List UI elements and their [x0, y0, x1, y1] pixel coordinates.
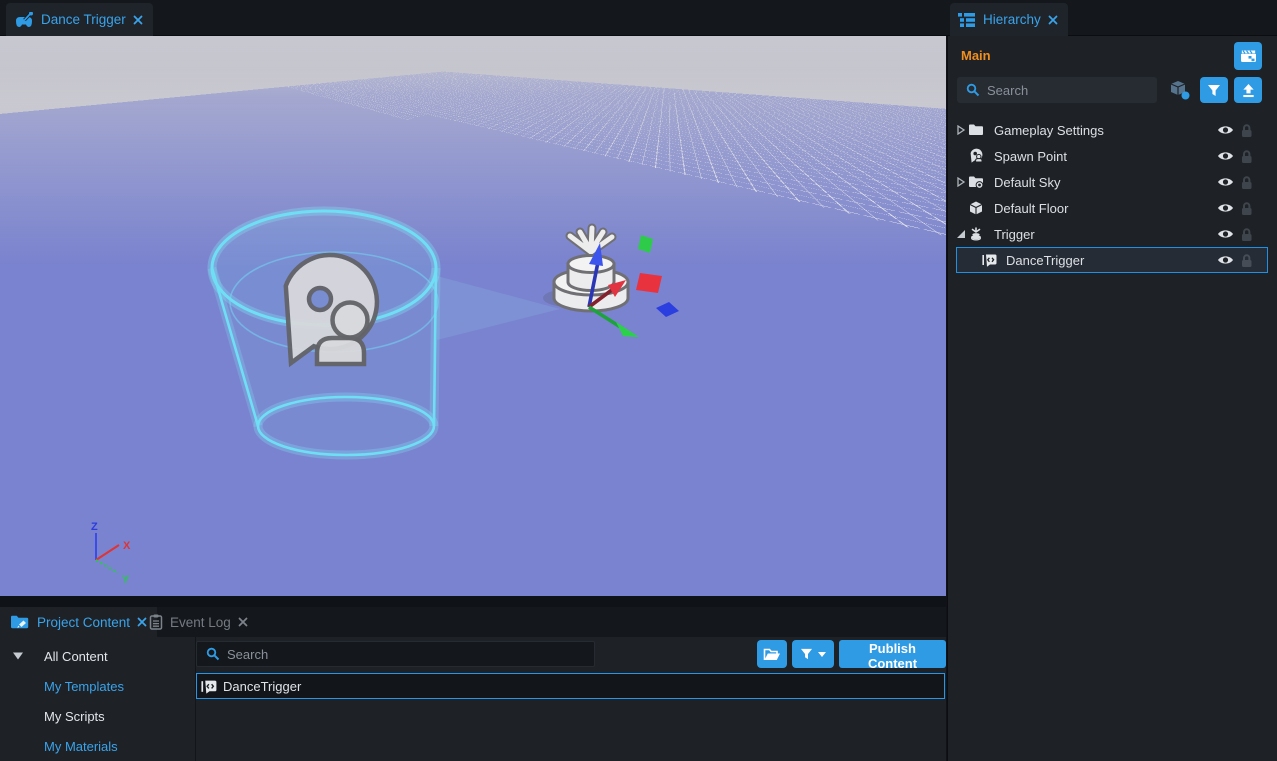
lock-icon[interactable]: [1240, 227, 1253, 242]
tree-row-label: Default Floor: [994, 201, 1068, 216]
gizmo-plane-handle-blue[interactable]: [656, 302, 679, 317]
folder-sky-icon: [968, 174, 984, 190]
close-icon[interactable]: [1048, 15, 1058, 25]
folder-my-materials[interactable]: My Materials: [0, 734, 195, 758]
hierarchy-panel: Main: [947, 36, 1277, 761]
close-icon[interactable]: [238, 617, 248, 627]
tab-label: Dance Trigger: [41, 12, 126, 27]
caret-collapsed-icon[interactable]: [956, 177, 966, 187]
axis-indicator: Z X Y: [91, 521, 131, 586]
lock-icon[interactable]: [1240, 149, 1253, 164]
script-icon: [982, 252, 998, 268]
tree-row-label: Gameplay Settings: [994, 123, 1104, 138]
visibility-eye-icon[interactable]: [1217, 176, 1234, 188]
tab-label: Hierarchy: [983, 12, 1041, 27]
event-log-icon: [149, 614, 163, 630]
chevron-down-icon: [818, 652, 826, 657]
tab-hierarchy[interactable]: Hierarchy: [950, 3, 1068, 36]
lock-icon[interactable]: [1240, 175, 1253, 190]
trigger-volume[interactable]: [212, 211, 560, 455]
gizmo-plane-handle-red[interactable]: [636, 273, 662, 293]
viewport-3d[interactable]: Z X Y: [0, 36, 946, 596]
lock-icon[interactable]: [1240, 123, 1253, 138]
hierarchy-tree: Gameplay Settings Spawn Point: [948, 117, 1277, 273]
axis-z-label: Z: [91, 521, 98, 533]
filter-icon: [1207, 84, 1221, 97]
folder-label: My Templates: [44, 679, 124, 694]
script-icon: [201, 678, 218, 695]
hierarchy-filter-button[interactable]: [1200, 77, 1228, 103]
tab-dance-trigger[interactable]: Dance Trigger: [6, 3, 153, 36]
publish-content-button[interactable]: Publish Content: [839, 640, 946, 668]
import-content-button[interactable]: [757, 640, 787, 668]
tree-row-gameplay-settings[interactable]: Gameplay Settings: [948, 117, 1277, 143]
tab-project-content[interactable]: Project Content: [0, 607, 157, 637]
close-icon[interactable]: [133, 15, 143, 25]
caret-collapsed-icon[interactable]: [956, 125, 966, 135]
project-content-panel: All Content My Templates My Scripts My M…: [0, 637, 946, 761]
hierarchy-icon: [958, 12, 976, 28]
tree-row-default-sky[interactable]: Default Sky: [948, 169, 1277, 195]
gizmo-plane-handle-green[interactable]: [638, 235, 653, 253]
content-filter-button[interactable]: [792, 640, 834, 668]
scene-clapper-icon: [1240, 48, 1257, 64]
spawn-point-icon: [968, 148, 984, 164]
upload-icon: [1241, 83, 1256, 98]
caret-expanded-icon[interactable]: [956, 229, 966, 239]
tab-label: Event Log: [170, 615, 231, 630]
editor-window: Dance Trigger Hierarchy: [0, 0, 1277, 761]
spawn-point-billboard[interactable]: [286, 255, 377, 364]
cube-icon: [968, 200, 984, 216]
folder-all-content[interactable]: All Content: [0, 644, 195, 668]
bottom-tab-bar: Project Content Event Log: [0, 607, 946, 637]
visibility-eye-icon[interactable]: [1217, 202, 1234, 214]
folder-my-templates[interactable]: My Templates: [0, 674, 195, 698]
lock-icon[interactable]: [1240, 253, 1253, 268]
trigger-icon: [968, 226, 984, 242]
folder-label: All Content: [44, 649, 108, 664]
axis-x-label: X: [123, 540, 131, 552]
tree-row-label: Trigger: [994, 227, 1035, 242]
scene-settings-button[interactable]: [1234, 42, 1262, 70]
caret-expanded-icon[interactable]: [12, 651, 24, 661]
tree-row-label: Default Sky: [994, 175, 1060, 190]
tree-row-label: Spawn Point: [994, 149, 1067, 164]
asset-row-dance-trigger[interactable]: DanceTrigger: [196, 673, 945, 699]
folder-label: My Scripts: [44, 709, 105, 724]
visibility-eye-icon[interactable]: [1217, 228, 1234, 240]
folder-icon: [968, 122, 984, 138]
content-search-input[interactable]: [196, 641, 595, 667]
folder-my-scripts[interactable]: My Scripts: [0, 704, 195, 728]
folder-label: My Materials: [44, 739, 118, 754]
hierarchy-search-input[interactable]: [957, 77, 1157, 103]
asset-label: DanceTrigger: [223, 679, 301, 694]
top-tab-bar: Dance Trigger Hierarchy: [0, 0, 1277, 36]
tree-row-spawn-point[interactable]: Spawn Point: [948, 143, 1277, 169]
project-content-icon: [10, 614, 30, 630]
gamepad-wrench-icon: [14, 12, 34, 28]
scene-name: Main: [961, 48, 991, 63]
filter-icon: [800, 648, 813, 660]
tab-label: Project Content: [37, 615, 130, 630]
visibility-eye-icon[interactable]: [1217, 124, 1234, 136]
open-folder-icon: [763, 647, 781, 662]
axis-y-label: Y: [122, 574, 130, 586]
visibility-eye-icon[interactable]: [1217, 254, 1234, 266]
tree-row-dance-trigger[interactable]: DanceTrigger: [956, 247, 1268, 273]
viewport-overlay: Z X Y: [0, 36, 946, 596]
visibility-eye-icon[interactable]: [1217, 150, 1234, 162]
export-button[interactable]: [1234, 77, 1262, 103]
tree-row-label: DanceTrigger: [1006, 253, 1084, 268]
lock-icon[interactable]: [1240, 201, 1253, 216]
tree-row-default-floor[interactable]: Default Floor: [948, 195, 1277, 221]
tab-event-log[interactable]: Event Log: [139, 607, 258, 637]
object-visibility-icon[interactable]: [1169, 80, 1192, 102]
tree-row-trigger[interactable]: Trigger: [948, 221, 1277, 247]
trigger-billboard[interactable]: [543, 228, 628, 311]
